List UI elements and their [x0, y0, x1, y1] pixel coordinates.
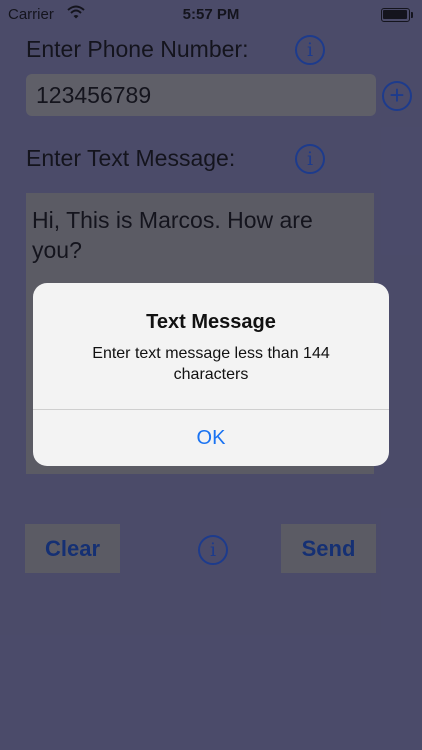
alert-ok-button[interactable]: OK: [33, 410, 389, 466]
alert-message: Enter text message less than 144 charact…: [92, 345, 330, 383]
app-screen: Carrier 5:57 PM Enter Phone Number: i 12…: [0, 0, 422, 750]
alert-dialog: Text Message Enter text message less tha…: [33, 283, 389, 466]
alert-title: Text Message: [146, 311, 276, 333]
